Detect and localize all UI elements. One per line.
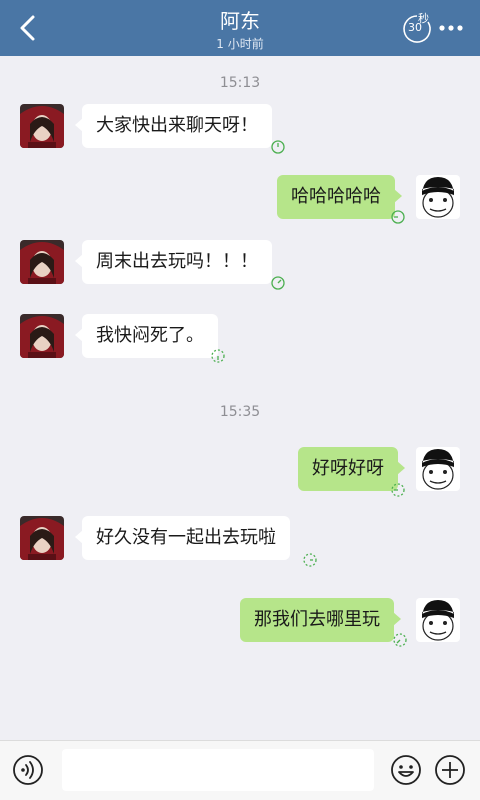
contact-avatar[interactable] [20, 104, 64, 148]
burn-timer-icon [271, 276, 285, 290]
message-bubble[interactable]: 我快闷死了。 [75, 314, 218, 358]
burn-timer-icon [211, 349, 225, 363]
burn-timer-icon [271, 140, 285, 154]
user-avatar[interactable] [416, 447, 460, 491]
timer-value: 30 [408, 21, 422, 34]
burn-timer-icon [393, 633, 407, 647]
message-input[interactable] [62, 749, 374, 791]
message-list[interactable]: 15:13 大家快出来聊天呀！ 哈哈哈哈哈 周末出去玩吗！！！ 我快闷死了。 1… [0, 56, 480, 740]
message-bubble[interactable]: 大家快出来聊天呀！ [75, 104, 272, 148]
message-bubble[interactable]: 好久没有一起出去玩啦 [75, 516, 290, 560]
contact-avatar[interactable] [20, 516, 64, 560]
input-bar [0, 740, 480, 800]
burn-timer-icon [391, 483, 405, 497]
timestamp: 15:13 [219, 75, 261, 91]
contact-avatar[interactable] [20, 314, 64, 358]
message-bubble[interactable]: 好呀好呀 [298, 447, 405, 491]
more-icon[interactable] [438, 18, 464, 38]
plus-icon[interactable] [434, 754, 466, 786]
emoji-icon[interactable] [390, 754, 422, 786]
burn-timer-icon [303, 553, 317, 567]
message-bubble[interactable]: 哈哈哈哈哈 [277, 175, 402, 219]
message-bubble[interactable]: 周末出去玩吗！！！ [75, 240, 272, 284]
timestamp: 15:35 [219, 404, 261, 420]
user-avatar[interactable] [416, 598, 460, 642]
contact-avatar[interactable] [20, 240, 64, 284]
message-bubble[interactable]: 那我们去哪里玩 [240, 598, 401, 642]
chat-header: 阿东 1 小时前 秒 30 [0, 0, 480, 56]
burn-timer-icon [391, 210, 405, 224]
voice-icon[interactable] [12, 754, 44, 786]
user-avatar[interactable] [416, 175, 460, 219]
